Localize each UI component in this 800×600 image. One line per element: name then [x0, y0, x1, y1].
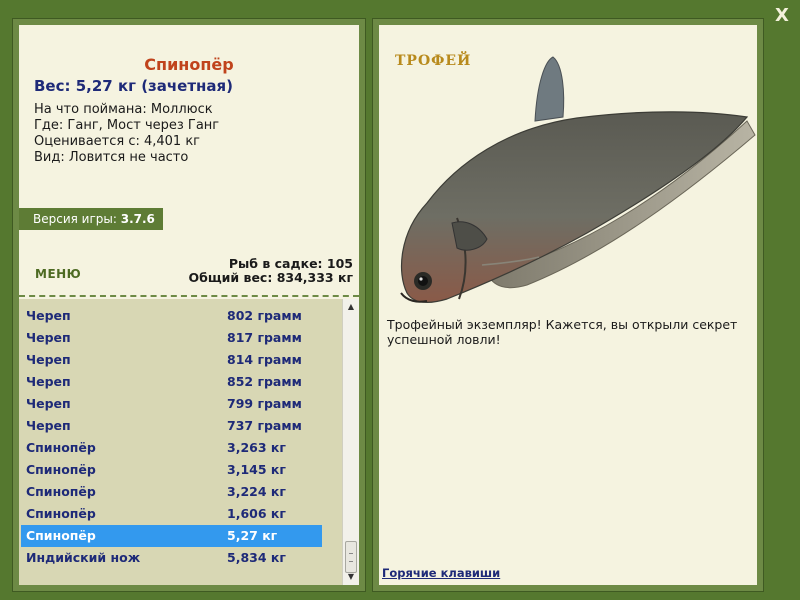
list-item-weight: 5,27 кг [227, 528, 278, 543]
list-item-weight: 3,263 кг [227, 440, 286, 455]
list-item-weight: 799 грамм [227, 396, 302, 411]
list-item-weight: 3,224 кг [227, 484, 286, 499]
trophy-area: ТРОФЕЙ Трофейный экземпляр! Кажется, вы … [379, 25, 757, 585]
list-item-weight: 852 грамм [227, 374, 302, 389]
trophy-label: ТРОФЕЙ [395, 53, 472, 69]
close-button[interactable]: X [770, 4, 794, 28]
list-item-weight: 5,834 кг [227, 550, 286, 565]
list-item-name: Спинопёр [26, 462, 96, 477]
list-item[interactable]: Спинопёр 1,606 кг [21, 503, 322, 525]
list-item[interactable]: Череп 817 грамм [21, 327, 322, 349]
list-item-name: Череп [26, 308, 71, 323]
list-item[interactable]: Спинопёр 5,27 кг [21, 525, 322, 547]
list-item-name: Череп [26, 396, 71, 411]
trophy-text: Трофейный экземпляр! Кажется, вы открыли… [387, 317, 738, 347]
list-item-name: Спинопёр [26, 484, 96, 499]
list-item-weight: 1,606 кг [227, 506, 286, 521]
hotkeys-link[interactable]: Горячие клавиши [382, 566, 500, 580]
list-item[interactable]: Череп 852 грамм [21, 371, 322, 393]
divider [19, 295, 359, 297]
list-item-weight: 737 грамм [227, 418, 302, 433]
list-item-name: Череп [26, 352, 71, 367]
list-item-name: Спинопёр [26, 506, 96, 521]
version-value: 3.7.6 [120, 212, 155, 226]
list-item[interactable]: Череп 814 грамм [21, 349, 322, 371]
fish-details: На что поймана: Моллюск Где: Ганг, Мост … [34, 102, 219, 166]
scroll-up-arrow-icon[interactable]: ▲ [343, 299, 359, 315]
list-item-weight: 3,145 кг [227, 462, 286, 477]
list-item-name: Череп [26, 374, 71, 389]
list-item[interactable]: Спинопёр 3,145 кг [21, 459, 322, 481]
list-item-name: Череп [26, 418, 71, 433]
rarity-line: Вид: Ловится не часто [34, 150, 189, 165]
total-weight: Общий вес: 834,333 кг [188, 270, 354, 285]
scrollbar[interactable]: ▲ ▼ [342, 299, 359, 585]
list-item-name: Череп [26, 330, 71, 345]
left-panel: Спинопёр Вес: 5,27 кг (зачетная) На что … [12, 18, 366, 592]
list-item[interactable]: Индийский нож 5,834 кг [21, 547, 322, 569]
list-item[interactable]: Череп 802 грамм [21, 305, 322, 327]
menu-button[interactable]: МЕНЮ [35, 267, 81, 281]
list-item[interactable]: Спинопёр 3,224 кг [21, 481, 322, 503]
list-item-name: Спинопёр [26, 528, 96, 543]
list-item-weight: 814 грамм [227, 352, 302, 367]
list-item-name: Спинопёр [26, 440, 96, 455]
fish-name: Спинопёр [144, 55, 234, 74]
list-item[interactable]: Череп 799 грамм [21, 393, 322, 415]
fish-illustration-icon [400, 56, 756, 303]
version-badge: Версия игры: 3.7.6 [19, 208, 163, 230]
list-item-weight: 802 грамм [227, 308, 302, 323]
fish-weight: Вес: 5,27 кг (зачетная) [34, 77, 234, 95]
keepnet-stats: Рыб в садке: 105 Общий вес: 834,333 кг [189, 257, 354, 285]
bait-line: На что поймана: Моллюск [34, 102, 213, 117]
list-item-weight: 817 грамм [227, 330, 302, 345]
min-weight-line: Оценивается с: 4,401 кг [34, 134, 201, 149]
location-line: Где: Ганг, Мост через Ганг [34, 118, 220, 133]
scroll-down-arrow-icon[interactable]: ▼ [343, 569, 359, 585]
list-item[interactable]: Спинопёр 3,263 кг [21, 437, 322, 459]
fish-info-area: Спинопёр Вес: 5,27 кг (зачетная) На что … [19, 25, 359, 585]
fish-count: Рыб в садке: 105 [228, 256, 353, 271]
catch-list: Череп 802 грамм Череп 817 грамм Череп 814 гра… [19, 299, 359, 585]
right-panel: ТРОФЕЙ Трофейный экземпляр! Кажется, вы … [372, 18, 764, 592]
list-item[interactable]: Череп 737 грамм [21, 415, 322, 437]
list-item-name: Индийский нож [26, 550, 141, 565]
version-label: Версия игры: [33, 212, 121, 226]
